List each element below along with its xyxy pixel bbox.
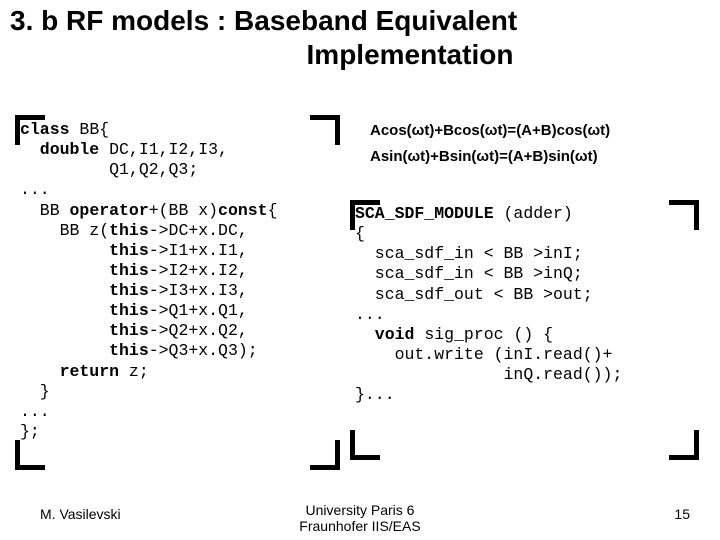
- bracket-left-bot-left-h: [15, 465, 45, 470]
- footer-affiliation: University Paris 6 Fraunhofer IIS/EAS: [0, 502, 720, 534]
- formula-line2: Asin(ωt)+Bsin(ωt)=(A+B)sin(ωt): [370, 144, 610, 170]
- bracket-left-top-left-h: [15, 115, 45, 120]
- bracket-left-top-right-h: [310, 115, 340, 120]
- formula-line1: Acos(ωt)+Bcos(ωt)=(A+B)cos(ωt): [370, 118, 610, 144]
- code-left-block: class BB{ double DC,I1,I2,I3, Q1,Q2,Q3; …: [20, 120, 277, 442]
- slide-title: 3. b RF models : Baseband Equivalent Imp…: [10, 4, 710, 71]
- bracket-left-bot-right-h: [310, 465, 340, 470]
- title-line1: 3. b RF models : Baseband Equivalent: [10, 4, 710, 38]
- bracket-right-top-left-h: [350, 200, 380, 205]
- title-line2: Implementation: [110, 38, 710, 72]
- bracket-right-bot-right-h: [669, 455, 699, 460]
- footer-center-line1: University Paris 6: [0, 502, 720, 518]
- footer-page-number: 15: [674, 506, 690, 522]
- formula-block: Acos(ωt)+Bcos(ωt)=(A+B)cos(ωt) Asin(ωt)+…: [370, 118, 610, 169]
- bracket-right-bot-left-h: [350, 455, 380, 460]
- footer-center-line2: Fraunhofer IIS/EAS: [0, 518, 720, 534]
- bracket-right-top-right-h: [669, 200, 699, 205]
- code-right-block: SCA_SDF_MODULE (adder) { sca_sdf_in < BB…: [355, 204, 622, 405]
